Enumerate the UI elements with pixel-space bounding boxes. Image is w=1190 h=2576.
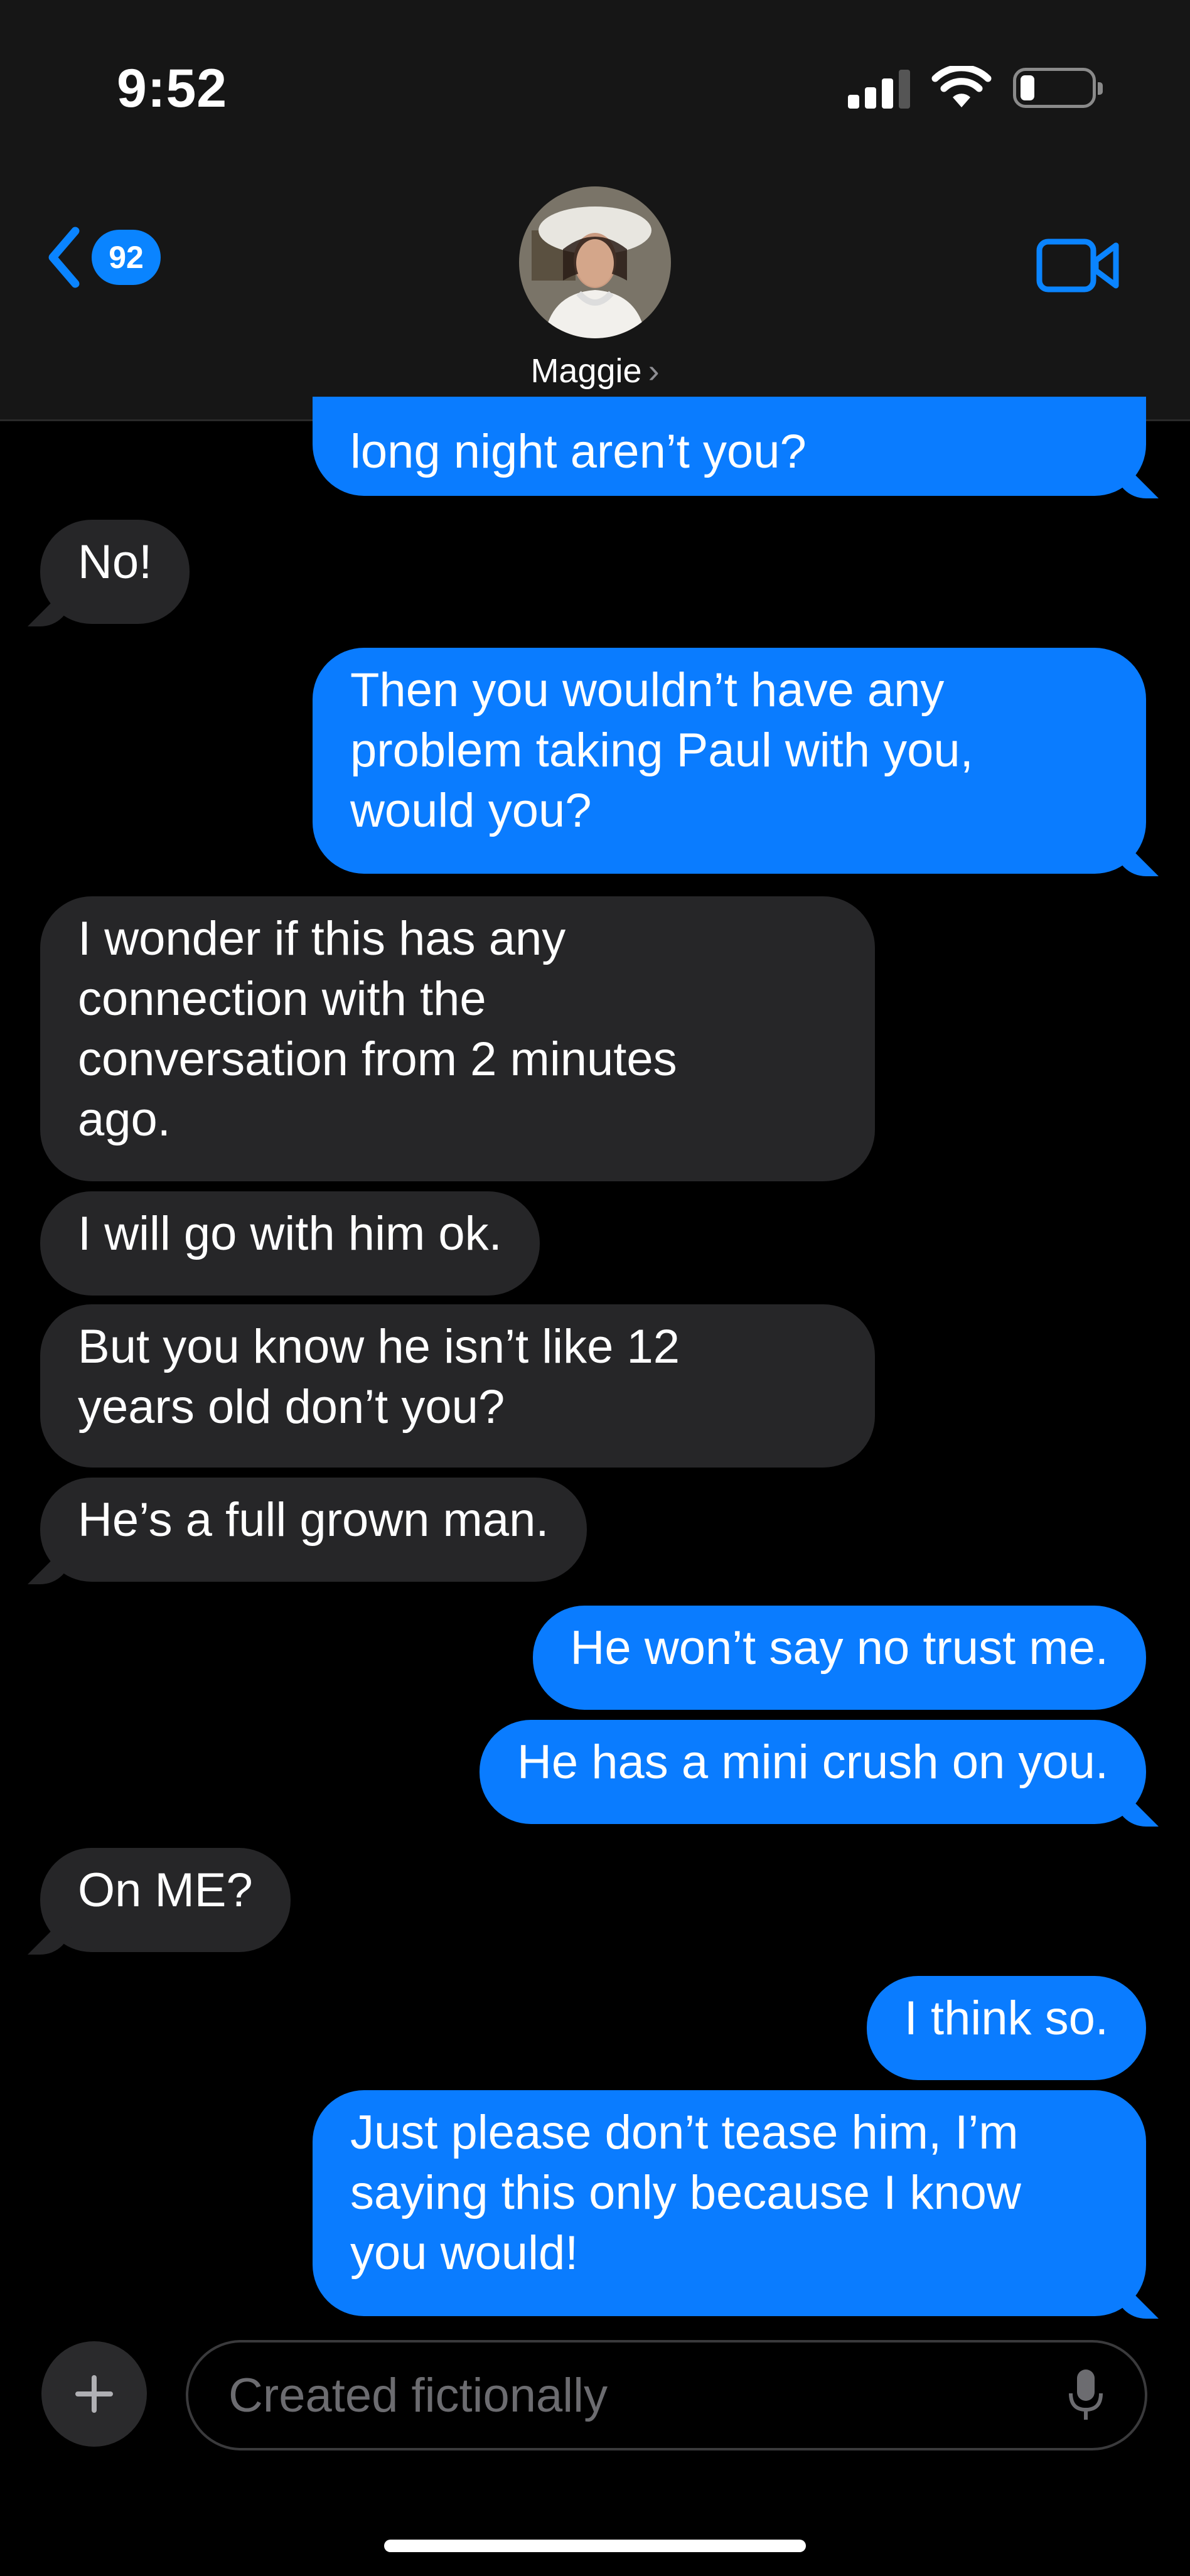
message-input-placeholder: Created fictionally — [228, 2368, 608, 2422]
message-input[interactable]: Created fictionally — [186, 2340, 1147, 2450]
message-received[interactable]: No! — [40, 520, 190, 624]
message-line: you would! — [350, 2226, 579, 2280]
message-text: No! — [78, 535, 153, 589]
message-sent[interactable]: He won’t say no trust me. — [532, 1606, 1146, 1710]
video-call-icon[interactable] — [1036, 235, 1121, 296]
message-text: He has a mini crush on you. — [517, 1736, 1108, 1789]
add-attachment-button[interactable] — [41, 2341, 147, 2447]
message-received[interactable]: On ME? — [40, 1848, 291, 1952]
message-text: He won’t say no trust me. — [570, 1621, 1108, 1675]
status-time: 9:52 — [117, 58, 228, 119]
message-received[interactable]: But you know he isn’t like 12 years old … — [40, 1304, 875, 1468]
back-chevron-icon — [48, 227, 80, 288]
cellular-signal-icon — [848, 67, 910, 109]
back-button[interactable]: 92 — [45, 226, 161, 289]
message-received[interactable]: I wonder if this has any connection with… — [40, 896, 875, 1181]
message-sent[interactable]: I think so. — [866, 1976, 1146, 2080]
message-line: ago. — [78, 1093, 171, 1146]
message-line: I wonder if this has any — [78, 912, 566, 965]
microphone-icon[interactable] — [1067, 2367, 1105, 2423]
message-line: conversation from 2 minutes — [78, 1033, 677, 1086]
status-icons — [848, 65, 1103, 110]
message-line: problem taking Paul with you, — [350, 724, 973, 777]
avatar[interactable] — [519, 186, 671, 338]
message-line: Then you wouldn’t have any — [350, 663, 945, 717]
message-line: But you know he isn’t like 12 — [78, 1320, 680, 1373]
message-received[interactable]: I will go with him ok. — [40, 1191, 540, 1296]
message-sent[interactable]: long night aren’t you? — [313, 397, 1146, 496]
home-indicator[interactable] — [384, 2540, 806, 2552]
plus-icon — [75, 2375, 113, 2413]
message-received[interactable]: He’s a full grown man. — [40, 1478, 587, 1582]
message-line: connection with the — [78, 972, 486, 1026]
message-sent[interactable]: Then you wouldn’t have any problem takin… — [313, 648, 1146, 874]
conversation-header: 9:52 92 Maggie › — [0, 0, 1190, 421]
message-text: He’s a full grown man. — [78, 1493, 549, 1547]
message-text: I think so. — [904, 1992, 1108, 2045]
message-line: saying this only because I know — [350, 2166, 1021, 2219]
message-sent[interactable]: Just please don’t tease him, I’m saying … — [313, 2090, 1146, 2316]
wifi-icon — [931, 66, 992, 107]
chevron-right-icon: › — [648, 352, 660, 390]
contact-name-button[interactable]: Maggie › — [0, 352, 1190, 390]
battery-icon — [1013, 68, 1103, 108]
message-line: Just please don’t tease him, I’m — [350, 2106, 1019, 2159]
message-text: I will go with him ok. — [78, 1207, 502, 1260]
message-text: long night aren’t you? — [350, 425, 807, 478]
message-line: years old don’t you? — [78, 1380, 505, 1434]
unread-count-badge: 92 — [92, 230, 161, 285]
message-text: On ME? — [78, 1864, 253, 1917]
contact-name: Maggie — [530, 352, 642, 390]
message-sent[interactable]: He has a mini crush on you. — [479, 1720, 1146, 1824]
message-line: would you? — [350, 784, 592, 837]
